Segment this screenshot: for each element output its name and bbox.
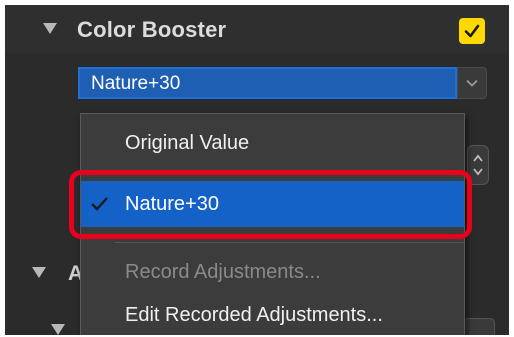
menu-item-label: Original Value (125, 132, 250, 154)
adjustment-panel: Color Booster Nature+30 A Original Value (5, 5, 509, 335)
collapse-triangle-icon[interactable] (32, 267, 46, 278)
preset-select-arrow[interactable] (457, 67, 487, 99)
collapse-triangle-icon[interactable] (51, 324, 65, 335)
menu-item-label: Record Adjustments... (125, 261, 321, 283)
chevron-down-icon (466, 79, 478, 87)
menu-separator (115, 242, 464, 243)
menu-item-nature-30[interactable]: Nature+30 (81, 181, 464, 227)
color-booster-header[interactable]: Color Booster (5, 5, 509, 53)
menu-item-original-value[interactable]: Original Value (81, 122, 464, 166)
collapse-triangle-icon[interactable] (43, 23, 57, 34)
partial-control (463, 318, 495, 335)
preset-dropdown-menu: Original Value Nature+30 Record Adjustme… (80, 113, 465, 335)
menu-item-label: Edit Recorded Adjustments... (125, 304, 383, 326)
menu-item-edit-recorded-adjustments[interactable]: Edit Recorded Adjustments... (81, 294, 464, 335)
preset-select[interactable]: Nature+30 (78, 67, 457, 99)
spinner-arrows-icon (473, 154, 483, 176)
checkmark-icon (91, 197, 108, 211)
enable-checkbox[interactable] (459, 18, 485, 44)
section-title: Color Booster (77, 17, 227, 42)
checkmark-icon (464, 24, 480, 38)
menu-item-label: Nature+30 (125, 193, 219, 215)
value-spinner[interactable] (467, 145, 489, 185)
preset-select-value: Nature+30 (91, 73, 181, 94)
menu-item-record-adjustments: Record Adjustments... (81, 251, 464, 295)
